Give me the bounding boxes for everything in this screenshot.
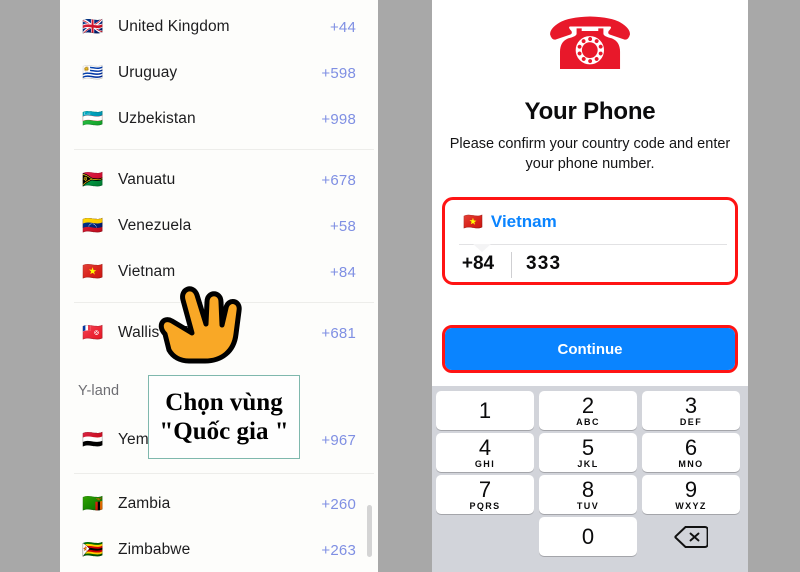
country-dial-code: +678	[321, 171, 356, 189]
keypad-key-3[interactable]: 3 DEF	[642, 391, 740, 430]
country-list-item[interactable]: 🇻🇺 Vanuatu +678	[60, 163, 378, 197]
key-digit: 2	[581, 392, 595, 418]
dial-code-field[interactable]: +84	[445, 246, 511, 282]
country-list-item[interactable]: 🇿🇲 Zambia +260	[60, 487, 378, 521]
page-subtitle: Please confirm your country code and ent…	[449, 136, 731, 172]
country-dial-code: +260	[321, 495, 356, 513]
country-flag-icon: 🇻🇳	[82, 261, 104, 282]
key-letters: GHI	[474, 459, 496, 470]
key-digit: 6	[684, 434, 698, 460]
annotation-line-2: "Quốc gia "	[159, 418, 289, 445]
keypad-key-2[interactable]: 2 ABC	[539, 391, 637, 430]
keypad-key-6[interactable]: 6 MNO	[642, 433, 740, 472]
key-digit: 7	[478, 476, 492, 502]
card-divider	[459, 244, 727, 245]
country-name: Uzbekistan	[118, 110, 196, 127]
country-name: Venezuela	[118, 217, 192, 234]
list-divider	[74, 473, 374, 474]
keypad-key-7[interactable]: 7 PQRS	[436, 475, 534, 514]
phone-entry-panel: ☎ Your Phone Please confirm your country…	[432, 0, 748, 572]
country-flag-icon: 🇻🇺	[82, 169, 104, 190]
country-dial-code: +263	[321, 541, 356, 559]
keypad-key-1[interactable]: 1	[436, 391, 534, 430]
key-letters: WXYZ	[675, 501, 707, 512]
country-dial-code: +84	[329, 263, 356, 281]
country-flag-icon: 🇾🇪	[82, 429, 104, 450]
page-title: Your Phone	[524, 98, 656, 125]
country-name: United Kingdom	[118, 18, 230, 35]
country-dial-code: +44	[329, 18, 356, 36]
backspace-key[interactable]	[642, 517, 740, 556]
country-name: Vanuatu	[118, 171, 176, 188]
selected-country-name: Vietnam	[490, 212, 557, 231]
backspace-icon	[674, 525, 708, 548]
country-name: Uruguay	[118, 64, 178, 81]
phone-input-card: 🇻🇳 Vietnam +84 333	[442, 197, 738, 285]
country-list-item[interactable]: 🇺🇾 Uruguay +598	[60, 56, 378, 90]
list-divider	[74, 149, 374, 150]
keypad-key-4[interactable]: 4 GHI	[436, 433, 534, 472]
country-name: Zimbabwe	[118, 541, 191, 558]
country-flag-icon: 🇬🇧	[82, 16, 104, 37]
country-list-item[interactable]: 🇿🇼 Zimbabwe +263	[60, 533, 378, 567]
telephone-icon: ☎	[545, 2, 635, 86]
country-flag-icon: 🇻🇳	[463, 212, 483, 231]
key-letters: TUV	[576, 501, 600, 512]
country-flag-icon: 🇼🇫	[82, 322, 104, 343]
country-flag-icon: 🇺🇿	[82, 108, 104, 129]
country-dial-code: +598	[321, 64, 356, 82]
key-letters: JKL	[577, 459, 599, 470]
keypad-key-0[interactable]: 0	[539, 517, 637, 556]
country-list-item[interactable]: 🇬🇧 United Kingdom +44	[60, 10, 378, 44]
country-dial-code: +681	[321, 324, 356, 342]
key-letters: PQRS	[469, 501, 501, 512]
key-digit: 9	[684, 476, 698, 502]
annotation-callout: Chọn vùng "Quốc gia "	[148, 375, 300, 459]
continue-button-highlight: Continue	[442, 325, 738, 373]
country-list-item[interactable]: 🇺🇿 Uzbekistan +998	[60, 102, 378, 136]
pointing-hand-icon	[158, 286, 242, 364]
country-list-scrollbar[interactable]	[367, 505, 372, 557]
key-digit: 4	[478, 434, 492, 460]
numeric-keypad[interactable]: 1 2 ABC 3 DEF 4 GHI 5 JKL 6 MNO 7 PQRS 8 TUV 9 WXYZ 0	[432, 386, 748, 572]
country-dial-code: +58	[329, 217, 356, 235]
country-flag-icon: 🇺🇾	[82, 62, 104, 83]
country-flag-icon: 🇿🇼	[82, 539, 104, 560]
keypad-key-8[interactable]: 8 TUV	[539, 475, 637, 514]
key-letters: ABC	[576, 417, 600, 428]
country-flag-icon: 🇻🇪	[82, 215, 104, 236]
country-section-header: Y-land	[78, 383, 120, 399]
continue-button[interactable]: Continue	[445, 328, 735, 370]
annotation-line-1: Chọn vùng	[165, 388, 283, 416]
key-digit: 5	[581, 434, 595, 460]
country-selector[interactable]: 🇻🇳 Vietnam	[445, 200, 735, 244]
key-digit: 8	[581, 476, 595, 502]
keypad-key-5[interactable]: 5 JKL	[539, 433, 637, 472]
key-letters: DEF	[679, 417, 703, 428]
country-flag-icon: 🇿🇲	[82, 493, 104, 514]
country-name: Zambia	[118, 495, 171, 512]
screenshot-root: 🇬🇧 United Kingdom +44 🇺🇾 Uruguay +598 🇺🇿 Uzbeki…	[0, 0, 800, 572]
keypad-key-9[interactable]: 9 WXYZ	[642, 475, 740, 514]
key-letters: MNO	[678, 459, 704, 470]
key-digit: 0	[581, 523, 595, 549]
key-digit: 1	[478, 397, 492, 423]
phone-number-input[interactable]: 333	[512, 246, 731, 282]
country-list-item[interactable]: 🇻🇪 Venezuela +58	[60, 209, 378, 243]
key-digit: 3	[684, 392, 698, 418]
country-dial-code: +998	[321, 110, 356, 128]
country-dial-code: +967	[321, 431, 356, 449]
